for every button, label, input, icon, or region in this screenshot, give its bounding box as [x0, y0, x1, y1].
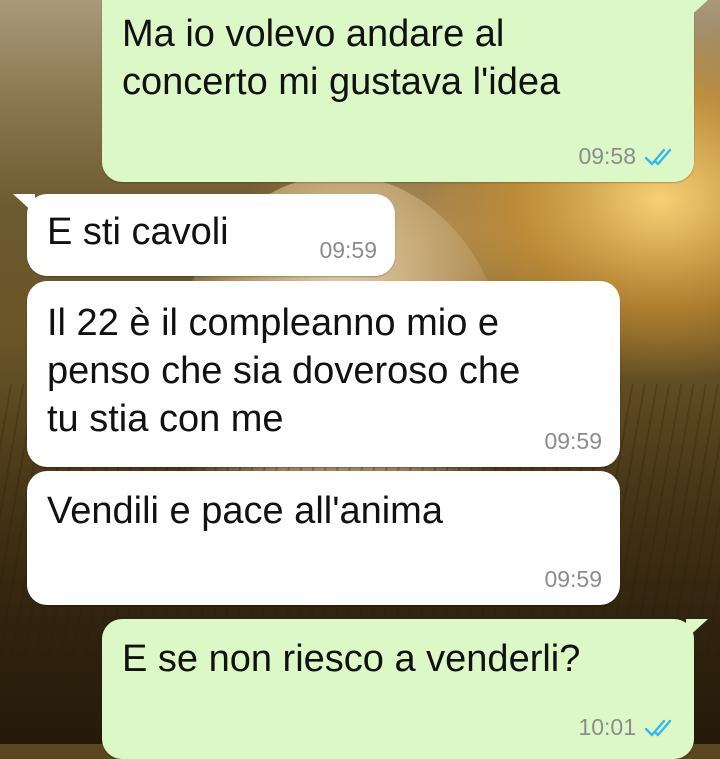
double-check-icon: [644, 719, 672, 736]
message-text: Il 22 è il compleanno mio e penso che si…: [47, 302, 521, 440]
message-meta: 09:59: [544, 566, 602, 593]
message-meta: 10:01: [578, 714, 676, 741]
message-time: 09:59: [319, 237, 377, 263]
message-bubble-outgoing[interactable]: Ma io volevo andare al concerto mi gusta…: [102, 0, 708, 182]
message-bubble-outgoing[interactable]: E se non riesco a venderli? 10:01: [102, 619, 708, 759]
bubble-tail: [686, 619, 708, 639]
message-bubble-incoming[interactable]: Il 22 è il compleanno mio e penso che si…: [27, 281, 620, 467]
double-check-icon: [644, 148, 672, 165]
message-bubble-incoming[interactable]: Vendili e pace all'anima 09:59: [27, 471, 620, 605]
message-text: Vendili e pace all'anima: [47, 490, 443, 532]
message-time: 09:59: [544, 566, 602, 592]
message-time: 09:58: [578, 143, 636, 169]
message-meta: 09:58: [578, 143, 676, 170]
message-meta: 09:59: [544, 428, 602, 455]
bubble-tail: [686, 0, 708, 20]
bubble-tail: [13, 194, 35, 214]
message-meta: 09:59: [319, 237, 377, 264]
message-text: E se non riesco a venderli?: [122, 638, 581, 680]
message-time: 10:01: [578, 714, 636, 740]
message-text: Ma io volevo andare al concerto mi gusta…: [122, 13, 561, 103]
message-time: 09:59: [544, 428, 602, 454]
message-bubble-incoming[interactable]: E sti cavoli 09:59: [13, 194, 395, 276]
